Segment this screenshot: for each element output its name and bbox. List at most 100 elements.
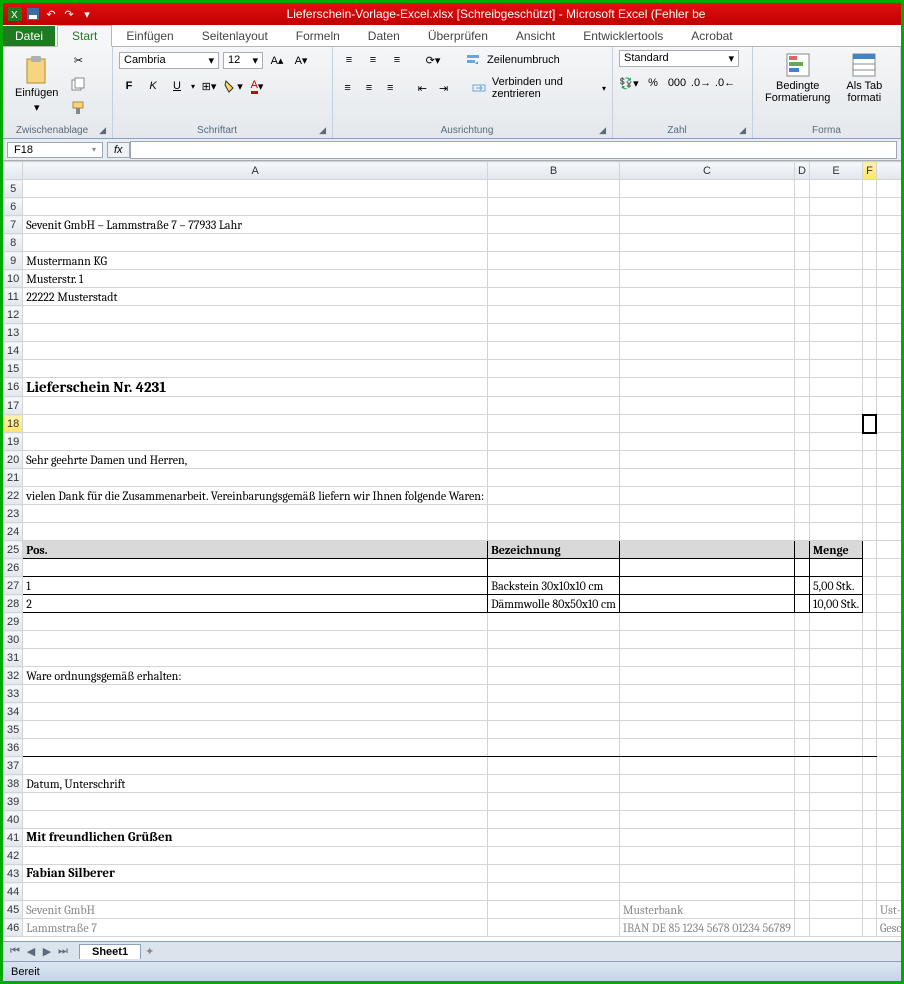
cell[interactable] bbox=[23, 433, 488, 451]
cell[interactable] bbox=[619, 360, 794, 378]
cell[interactable] bbox=[876, 667, 901, 685]
cell[interactable] bbox=[619, 234, 794, 252]
cell[interactable]: 1 bbox=[23, 577, 488, 595]
worksheet-grid[interactable]: ABCDEFGHIJK567Sevenit GmbH – Lammstraße … bbox=[3, 161, 901, 941]
align-left-icon[interactable]: ≡ bbox=[339, 78, 356, 98]
cell[interactable] bbox=[876, 829, 901, 847]
cell[interactable] bbox=[876, 703, 901, 721]
cell[interactable] bbox=[619, 198, 794, 216]
cell[interactable] bbox=[863, 342, 877, 360]
cell[interactable]: Musterstr. 1 bbox=[23, 270, 488, 288]
font-color-icon[interactable]: A▾ bbox=[247, 76, 267, 96]
cell[interactable] bbox=[23, 198, 488, 216]
cell[interactable] bbox=[876, 270, 901, 288]
cell[interactable] bbox=[23, 757, 488, 775]
cell[interactable] bbox=[863, 360, 877, 378]
cell[interactable] bbox=[809, 270, 862, 288]
row-header[interactable]: 26 bbox=[4, 559, 23, 577]
align-right-icon[interactable]: ≡ bbox=[382, 78, 399, 98]
cell[interactable] bbox=[876, 360, 901, 378]
cell[interactable] bbox=[795, 397, 810, 415]
cell[interactable] bbox=[795, 739, 810, 757]
cell[interactable] bbox=[795, 288, 810, 306]
row-header[interactable]: 23 bbox=[4, 505, 23, 523]
row-header[interactable]: 31 bbox=[4, 649, 23, 667]
column-header[interactable]: B bbox=[488, 162, 620, 180]
cell[interactable] bbox=[863, 685, 877, 703]
cell[interactable] bbox=[619, 847, 794, 865]
cell[interactable] bbox=[619, 378, 794, 397]
row-header[interactable]: 6 bbox=[4, 198, 23, 216]
cell[interactable] bbox=[795, 703, 810, 721]
cell[interactable]: Mustermann KG bbox=[23, 252, 488, 270]
conditional-formatting-button[interactable]: Bedingte Formatierung bbox=[759, 50, 836, 106]
cell[interactable] bbox=[876, 811, 901, 829]
cell[interactable] bbox=[863, 324, 877, 342]
cell[interactable] bbox=[619, 595, 794, 613]
cell[interactable] bbox=[809, 721, 862, 739]
row-header[interactable]: 19 bbox=[4, 433, 23, 451]
row-header[interactable]: 36 bbox=[4, 739, 23, 757]
cell[interactable] bbox=[23, 721, 488, 739]
cell[interactable] bbox=[23, 306, 488, 324]
cell[interactable] bbox=[619, 559, 794, 577]
cell[interactable] bbox=[809, 865, 862, 883]
cell[interactable] bbox=[619, 324, 794, 342]
cell[interactable] bbox=[863, 811, 877, 829]
cell[interactable] bbox=[23, 523, 488, 541]
cell[interactable] bbox=[809, 811, 862, 829]
cell[interactable] bbox=[809, 559, 862, 577]
cell[interactable] bbox=[795, 270, 810, 288]
cell[interactable] bbox=[23, 324, 488, 342]
cell[interactable] bbox=[809, 216, 862, 234]
cell[interactable] bbox=[876, 288, 901, 306]
row-header[interactable]: 40 bbox=[4, 811, 23, 829]
cell[interactable] bbox=[809, 378, 862, 397]
formula-input[interactable] bbox=[130, 141, 897, 159]
cell[interactable]: Dämmwolle 80x50x10 cm bbox=[488, 595, 620, 613]
cell[interactable] bbox=[863, 649, 877, 667]
cell[interactable]: Ust-ID: 0815 bbox=[876, 901, 901, 919]
cell[interactable]: Ware ordnungsgemäß erhalten: bbox=[23, 667, 488, 685]
cell[interactable] bbox=[863, 919, 877, 937]
cell[interactable] bbox=[863, 667, 877, 685]
name-box[interactable]: F18▾ bbox=[7, 142, 103, 158]
cell[interactable] bbox=[809, 234, 862, 252]
column-header[interactable]: A bbox=[23, 162, 488, 180]
cell[interactable] bbox=[488, 721, 620, 739]
cell[interactable] bbox=[619, 397, 794, 415]
cell[interactable] bbox=[619, 577, 794, 595]
row-header[interactable]: 39 bbox=[4, 793, 23, 811]
cell[interactable] bbox=[863, 306, 877, 324]
font-name-select[interactable]: Cambria▾ bbox=[119, 52, 219, 69]
cell[interactable] bbox=[876, 559, 901, 577]
cell[interactable] bbox=[809, 523, 862, 541]
row-header[interactable]: 27 bbox=[4, 577, 23, 595]
cell[interactable] bbox=[863, 270, 877, 288]
cell[interactable] bbox=[795, 631, 810, 649]
align-bottom-icon[interactable]: ≡ bbox=[387, 50, 407, 70]
cell[interactable] bbox=[876, 234, 901, 252]
bold-button[interactable]: F bbox=[119, 76, 139, 96]
cell[interactable] bbox=[863, 883, 877, 901]
format-as-table-button[interactable]: Als Tab formati bbox=[840, 50, 888, 106]
cell[interactable] bbox=[488, 901, 620, 919]
cell[interactable] bbox=[876, 793, 901, 811]
sheet-tab[interactable]: Sheet1 bbox=[79, 944, 141, 959]
cell[interactable] bbox=[876, 577, 901, 595]
cell[interactable] bbox=[809, 703, 862, 721]
cell[interactable] bbox=[876, 324, 901, 342]
cell[interactable] bbox=[795, 757, 810, 775]
cell[interactable] bbox=[488, 667, 620, 685]
cell[interactable] bbox=[863, 613, 877, 631]
row-header[interactable]: 14 bbox=[4, 342, 23, 360]
row-header[interactable]: 18 bbox=[4, 415, 23, 433]
cell[interactable] bbox=[23, 649, 488, 667]
ribbon-tab-acrobat[interactable]: Acrobat bbox=[677, 26, 746, 46]
cell[interactable] bbox=[795, 487, 810, 505]
cell[interactable] bbox=[876, 469, 901, 487]
cell[interactable] bbox=[795, 541, 810, 559]
cell[interactable] bbox=[619, 487, 794, 505]
cell[interactable] bbox=[619, 342, 794, 360]
cell[interactable] bbox=[863, 793, 877, 811]
